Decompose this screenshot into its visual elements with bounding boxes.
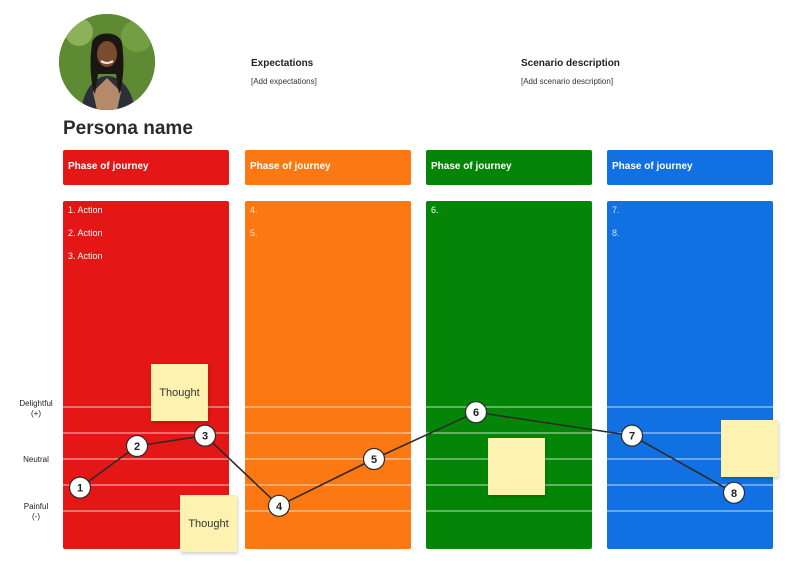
journey-point-label: 8 [731, 488, 737, 500]
journey-curve-chart: 1 2 3 4 5 6 7 8 [63, 401, 773, 517]
journey-point[interactable]: 3 [193, 424, 217, 447]
journey-point[interactable]: 2 [125, 434, 149, 458]
sticky-note-thought[interactable]: Thought [180, 495, 237, 552]
journey-point-label: 5 [371, 454, 377, 466]
journey-point[interactable]: 1 [68, 476, 92, 499]
journey-point-label: 6 [473, 407, 479, 419]
journey-point-label: 1 [77, 483, 83, 495]
sticky-note-empty[interactable] [721, 420, 778, 477]
journey-point[interactable]: 6 [464, 401, 488, 424]
journey-point[interactable]: 4 [267, 494, 291, 517]
emotion-grid [63, 406, 773, 512]
journey-point-label: 2 [134, 441, 140, 453]
journey-point[interactable]: 8 [722, 481, 746, 504]
journey-point[interactable]: 7 [620, 424, 644, 447]
journey-point[interactable]: 5 [362, 447, 386, 471]
sticky-note-thought[interactable]: Thought [151, 364, 208, 421]
journey-point-label: 4 [276, 501, 283, 513]
journey-point-label: 3 [202, 431, 208, 443]
sticky-note-empty[interactable] [488, 438, 545, 495]
journey-point-label: 7 [629, 431, 635, 443]
